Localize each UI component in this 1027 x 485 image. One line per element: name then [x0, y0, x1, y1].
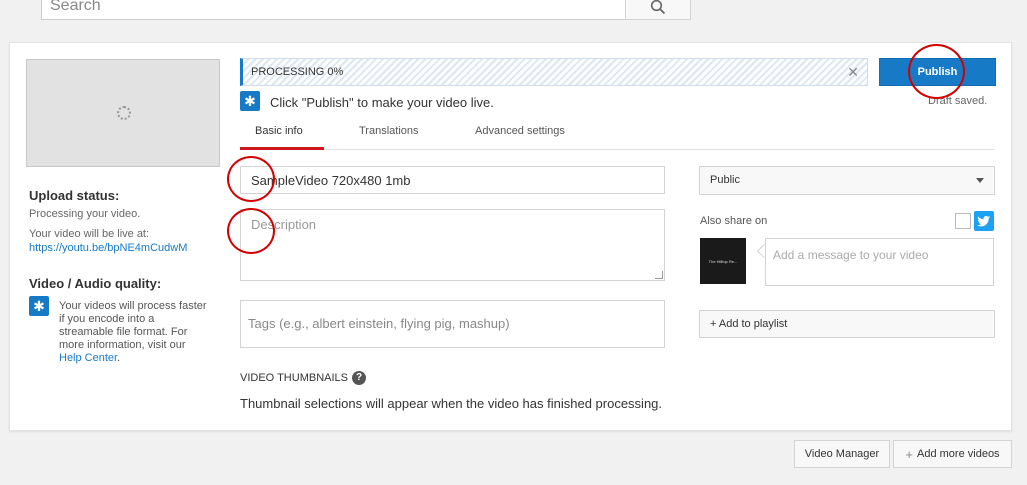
tab-advanced-settings[interactable]: Advanced settings: [475, 125, 565, 137]
quality-description: Your videos will process faster if you e…: [59, 300, 207, 351]
thumbnails-message: Thumbnail selections will appear when th…: [240, 396, 663, 411]
twitter-icon[interactable]: [974, 211, 994, 231]
thumbnails-heading-text: VIDEO THUMBNAILS: [240, 372, 348, 384]
plus-icon: +: [905, 446, 914, 462]
help-center-link[interactable]: Help Center: [59, 352, 117, 364]
processing-progress-bar: PROCESSING 0% ✕: [240, 58, 868, 86]
twitter-bird-glyph: [977, 216, 990, 227]
tab-translations[interactable]: Translations: [359, 125, 419, 137]
upload-processing-text: Processing your video.: [29, 208, 141, 220]
close-icon[interactable]: ✕: [847, 64, 859, 81]
add-to-playlist-button[interactable]: + Add to playlist: [699, 310, 995, 338]
video-thumbnail-placeholder: [26, 59, 220, 167]
dropdown-caret-icon: [976, 178, 984, 183]
share-message-input[interactable]: Add a message to your video: [765, 238, 994, 286]
privacy-selected-value: Public: [710, 174, 740, 186]
avatar-caption: The Hilltop Re...: [708, 258, 738, 264]
description-textarea[interactable]: Description: [240, 209, 665, 281]
video-manager-button[interactable]: Video Manager: [794, 440, 890, 468]
resize-grip-icon[interactable]: [655, 271, 663, 279]
search-button[interactable]: [625, 0, 691, 20]
add-more-videos-label: Add more videos: [917, 448, 1000, 460]
publish-hint: Click "Publish" to make your video live.: [270, 95, 494, 110]
info-star-icon: ✱: [29, 296, 49, 316]
search-icon: [650, 0, 666, 15]
progress-label: PROCESSING 0%: [251, 66, 344, 78]
tags-input[interactable]: Tags (e.g., albert einstein, flying pig,…: [240, 300, 665, 348]
share-message-placeholder: Add a message to your video: [773, 248, 929, 262]
annotation-circle-title: [227, 156, 275, 202]
quality-text: Your videos will process faster if you e…: [59, 300, 209, 365]
search-input[interactable]: Search: [41, 0, 626, 20]
add-more-videos-button[interactable]: + Add more videos: [893, 440, 1012, 468]
video-manager-label: Video Manager: [804, 448, 880, 460]
tags-placeholder: Tags (e.g., albert einstein, flying pig,…: [248, 316, 510, 331]
spinner-icon: [117, 106, 131, 120]
active-tab-indicator: [240, 147, 324, 150]
video-thumbnails-heading: VIDEO THUMBNAILS ?: [240, 371, 366, 385]
privacy-select[interactable]: Public: [699, 166, 995, 195]
help-icon[interactable]: ?: [352, 371, 366, 385]
quality-title: Video / Audio quality:: [29, 276, 162, 291]
annotation-circle-description: [227, 208, 275, 254]
search-placeholder: Search: [50, 0, 101, 14]
share-label: Also share on: [700, 215, 768, 227]
upload-status-title: Upload status:: [29, 188, 120, 203]
share-twitter-checkbox[interactable]: [955, 213, 971, 229]
upload-live-text: Your video will be live at:: [29, 228, 150, 240]
tab-bar: Basic info Translations Advanced setting…: [240, 118, 995, 150]
quality-suffix: .: [117, 352, 121, 364]
info-star-icon: ✱: [240, 91, 260, 111]
avatar: The Hilltop Re...: [700, 238, 746, 284]
annotation-circle-publish: [908, 44, 965, 99]
tab-basic-info[interactable]: Basic info: [255, 125, 303, 137]
video-url-link[interactable]: https://youtu.be/bpNE4mCudwM: [29, 242, 187, 254]
title-input[interactable]: SampleVideo 720x480 1mb: [240, 166, 665, 194]
